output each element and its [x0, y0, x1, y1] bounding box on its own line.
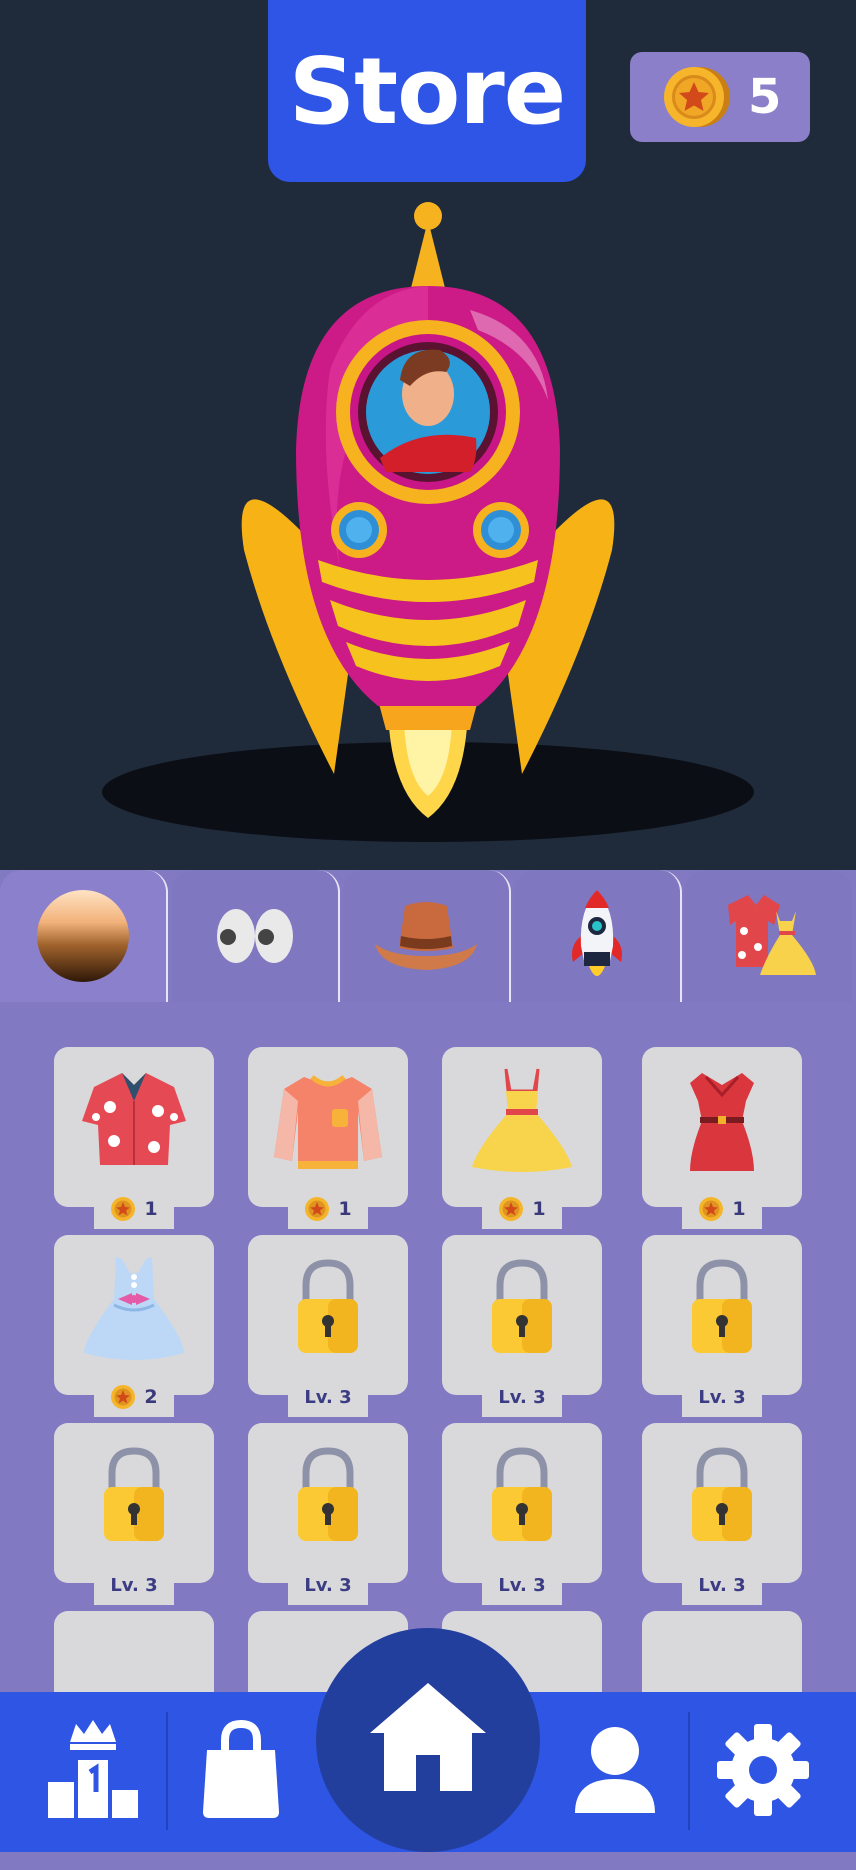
star-coin-icon — [110, 1384, 136, 1410]
gear-icon — [717, 1724, 809, 1820]
level-requirement: Lv. 3 — [94, 1565, 174, 1605]
lock-icon — [462, 1249, 582, 1369]
level-requirement: Lv. 3 — [288, 1565, 368, 1605]
lock-icon — [74, 1437, 194, 1557]
star-coin-icon — [304, 1196, 330, 1222]
item-price: 1 — [732, 1198, 746, 1220]
sweater-icon — [268, 1061, 388, 1181]
category-tabs — [0, 870, 856, 1002]
nav-leaderboard[interactable] — [20, 1692, 166, 1852]
hat-icon — [371, 881, 481, 991]
lock-icon — [268, 1437, 388, 1557]
coin-count: 5 — [748, 69, 782, 125]
star-coin-icon — [110, 1196, 136, 1222]
home-icon — [370, 1683, 486, 1797]
nav-settings[interactable] — [690, 1692, 836, 1852]
locked-item[interactable]: Lv. 3 — [642, 1235, 802, 1417]
outfits-icon — [713, 881, 823, 991]
rocket-preview — [0, 190, 856, 870]
tab-outfits[interactable] — [684, 870, 852, 1002]
skin-gradient-icon — [28, 881, 138, 991]
podium-crown-icon — [48, 1720, 138, 1824]
locked-item[interactable]: Lv. 3 — [248, 1423, 408, 1605]
store-item[interactable]: 2 — [54, 1235, 214, 1417]
locked-item[interactable]: Lv. 3 — [248, 1235, 408, 1417]
locked-item[interactable]: Lv. 3 — [54, 1423, 214, 1605]
eyes-icon — [200, 881, 310, 991]
shopping-bag-icon — [201, 1719, 281, 1824]
tab-rockets[interactable] — [514, 870, 682, 1002]
item-price: 2 — [144, 1386, 158, 1408]
level-requirement: Lv. 3 — [288, 1377, 368, 1417]
item-price: 1 — [532, 1198, 546, 1220]
red-dress-icon — [662, 1061, 782, 1181]
tab-skin-tone[interactable] — [0, 870, 168, 1002]
lock-icon — [662, 1249, 782, 1369]
star-coin-icon — [664, 64, 730, 130]
item-price: 1 — [338, 1198, 352, 1220]
lock-icon — [268, 1249, 388, 1369]
price-tag: 1 — [94, 1189, 174, 1229]
tab-hats[interactable] — [343, 870, 511, 1002]
rocket-icon — [542, 881, 652, 991]
nav-store[interactable] — [168, 1692, 314, 1852]
locked-item[interactable]: Lv. 3 — [442, 1235, 602, 1417]
star-coin-icon — [698, 1196, 724, 1222]
store-item[interactable]: 1 — [248, 1047, 408, 1229]
item-price: 1 — [144, 1198, 158, 1220]
store-item[interactable]: 1 — [54, 1047, 214, 1229]
lock-icon — [662, 1437, 782, 1557]
blue-dress-icon — [74, 1249, 194, 1369]
hawaiian-shirt-icon — [74, 1061, 194, 1181]
home-button[interactable] — [316, 1628, 540, 1852]
lock-icon — [462, 1437, 582, 1557]
locked-item[interactable]: Lv. 3 — [642, 1423, 802, 1605]
page-title: Store — [268, 0, 586, 182]
price-tag: 1 — [482, 1189, 562, 1229]
level-requirement: Lv. 3 — [482, 1377, 562, 1417]
level-requirement: Lv. 3 — [482, 1565, 562, 1605]
store-item[interactable]: 1 — [442, 1047, 602, 1229]
level-requirement: Lv. 3 — [682, 1377, 762, 1417]
coin-balance: 5 — [630, 52, 810, 142]
price-tag: 1 — [682, 1189, 762, 1229]
tab-eyes[interactable] — [172, 870, 340, 1002]
locked-item[interactable]: Lv. 3 — [442, 1423, 602, 1605]
yellow-dress-icon — [462, 1061, 582, 1181]
price-tag: 2 — [94, 1377, 174, 1417]
store-item[interactable]: 1 — [642, 1047, 802, 1229]
price-tag: 1 — [288, 1189, 368, 1229]
star-coin-icon — [498, 1196, 524, 1222]
nav-profile[interactable] — [544, 1692, 686, 1852]
user-icon — [575, 1725, 655, 1819]
level-requirement: Lv. 3 — [682, 1565, 762, 1605]
